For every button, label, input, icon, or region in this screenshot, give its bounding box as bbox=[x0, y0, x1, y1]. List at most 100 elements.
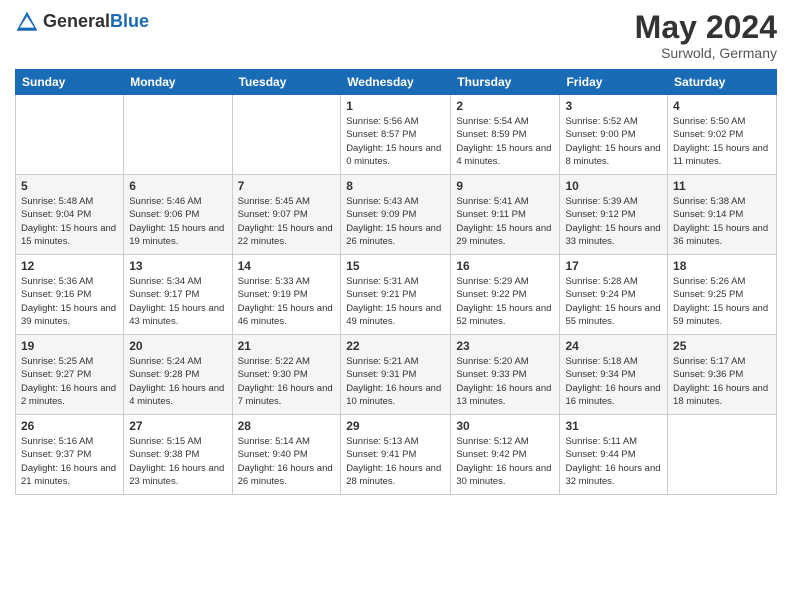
table-row bbox=[16, 95, 124, 175]
title-section: May 2024 Surwold, Germany bbox=[635, 10, 777, 61]
day-info: Sunrise: 5:20 AM Sunset: 9:33 PM Dayligh… bbox=[456, 355, 554, 408]
logo-text: GeneralBlue bbox=[43, 12, 149, 32]
day-info: Sunrise: 5:34 AM Sunset: 9:17 PM Dayligh… bbox=[129, 275, 226, 328]
day-number: 11 bbox=[673, 179, 771, 193]
col-saturday: Saturday bbox=[668, 70, 777, 95]
day-number: 13 bbox=[129, 259, 226, 273]
table-row: 26Sunrise: 5:16 AM Sunset: 9:37 PM Dayli… bbox=[16, 415, 124, 495]
logo-blue: Blue bbox=[110, 11, 149, 31]
col-wednesday: Wednesday bbox=[341, 70, 451, 95]
table-row: 29 Sunrise: 5:13 AM Sunset: 9:41 PM Dayli… bbox=[341, 415, 451, 495]
week-row-3: 19 Sunrise: 5:25 AM Sunset: 9:27 PM Dayli… bbox=[16, 335, 777, 415]
day-number: 2 bbox=[456, 99, 554, 113]
table-row: 5 Sunrise: 5:48 AM Sunset: 9:04 PM Daylig… bbox=[16, 175, 124, 255]
day-info: Sunrise: 5:17 AM Sunset: 9:36 PM Dayligh… bbox=[673, 355, 771, 408]
day-info: Sunrise: 5:25 AM Sunset: 9:27 PM Dayligh… bbox=[21, 355, 118, 408]
day-number: 1 bbox=[346, 99, 445, 113]
table-row: 19 Sunrise: 5:25 AM Sunset: 9:27 PM Dayli… bbox=[16, 335, 124, 415]
day-number: 18 bbox=[673, 259, 771, 273]
day-number: 15 bbox=[346, 259, 445, 273]
table-row: 6 Sunrise: 5:46 AM Sunset: 9:06 PM Daylig… bbox=[124, 175, 232, 255]
table-row: 25 Sunrise: 5:17 AM Sunset: 9:36 PM Dayli… bbox=[668, 335, 777, 415]
calendar: Sunday Monday Tuesday Wednesday Thursday… bbox=[15, 69, 777, 495]
day-number: 24 bbox=[565, 339, 662, 353]
table-row: 28 Sunrise: 5:14 AM Sunset: 9:40 PM Dayli… bbox=[232, 415, 341, 495]
day-info: Sunrise: 5:33 AM Sunset: 9:19 PM Dayligh… bbox=[238, 275, 336, 328]
day-number: 21 bbox=[238, 339, 336, 353]
day-number: 14 bbox=[238, 259, 336, 273]
day-info: Sunrise: 5:41 AM Sunset: 9:11 PM Dayligh… bbox=[456, 195, 554, 248]
day-number: 23 bbox=[456, 339, 554, 353]
week-row-1: 5 Sunrise: 5:48 AM Sunset: 9:04 PM Daylig… bbox=[16, 175, 777, 255]
day-number: 19 bbox=[21, 339, 118, 353]
day-info: Sunrise: 5:48 AM Sunset: 9:04 PM Dayligh… bbox=[21, 195, 118, 248]
logo-general: General bbox=[43, 11, 110, 31]
table-row: 31Sunrise: 5:11 AM Sunset: 9:44 PM Dayli… bbox=[560, 415, 668, 495]
day-info: Sunrise: 5:52 AM Sunset: 9:00 PM Dayligh… bbox=[565, 115, 662, 168]
day-number: 12 bbox=[21, 259, 118, 273]
col-friday: Friday bbox=[560, 70, 668, 95]
day-info: Sunrise: 5:54 AM Sunset: 8:59 PM Dayligh… bbox=[456, 115, 554, 168]
col-tuesday: Tuesday bbox=[232, 70, 341, 95]
day-number: 8 bbox=[346, 179, 445, 193]
table-row: 12Sunrise: 5:36 AM Sunset: 9:16 PM Dayli… bbox=[16, 255, 124, 335]
day-info: Sunrise: 5:13 AM Sunset: 9:41 PM Dayligh… bbox=[346, 435, 445, 488]
table-row: 20 Sunrise: 5:24 AM Sunset: 9:28 PM Dayli… bbox=[124, 335, 232, 415]
day-info: Sunrise: 5:22 AM Sunset: 9:30 PM Dayligh… bbox=[238, 355, 336, 408]
day-number: 9 bbox=[456, 179, 554, 193]
logo: GeneralBlue bbox=[15, 10, 149, 34]
day-number: 29 bbox=[346, 419, 445, 433]
header-row: Sunday Monday Tuesday Wednesday Thursday… bbox=[16, 70, 777, 95]
table-row: 30 Sunrise: 5:12 AM Sunset: 9:42 PM Dayli… bbox=[451, 415, 560, 495]
day-number: 3 bbox=[565, 99, 662, 113]
day-number: 22 bbox=[346, 339, 445, 353]
week-row-0: 1Sunrise: 5:56 AM Sunset: 8:57 PM Daylig… bbox=[16, 95, 777, 175]
day-info: Sunrise: 5:45 AM Sunset: 9:07 PM Dayligh… bbox=[238, 195, 336, 248]
day-number: 6 bbox=[129, 179, 226, 193]
table-row: 8 Sunrise: 5:43 AM Sunset: 9:09 PM Daylig… bbox=[341, 175, 451, 255]
table-row: 22Sunrise: 5:21 AM Sunset: 9:31 PM Dayli… bbox=[341, 335, 451, 415]
day-info: Sunrise: 5:39 AM Sunset: 9:12 PM Dayligh… bbox=[565, 195, 662, 248]
day-info: Sunrise: 5:43 AM Sunset: 9:09 PM Dayligh… bbox=[346, 195, 445, 248]
table-row: 14 Sunrise: 5:33 AM Sunset: 9:19 PM Dayli… bbox=[232, 255, 341, 335]
day-number: 20 bbox=[129, 339, 226, 353]
table-row: 17Sunrise: 5:28 AM Sunset: 9:24 PM Dayli… bbox=[560, 255, 668, 335]
day-info: Sunrise: 5:16 AM Sunset: 9:37 PM Dayligh… bbox=[21, 435, 118, 488]
day-info: Sunrise: 5:38 AM Sunset: 9:14 PM Dayligh… bbox=[673, 195, 771, 248]
day-info: Sunrise: 5:46 AM Sunset: 9:06 PM Dayligh… bbox=[129, 195, 226, 248]
day-number: 16 bbox=[456, 259, 554, 273]
header: GeneralBlue May 2024 Surwold, Germany bbox=[15, 10, 777, 61]
day-number: 10 bbox=[565, 179, 662, 193]
week-row-4: 26Sunrise: 5:16 AM Sunset: 9:37 PM Dayli… bbox=[16, 415, 777, 495]
day-info: Sunrise: 5:26 AM Sunset: 9:25 PM Dayligh… bbox=[673, 275, 771, 328]
day-info: Sunrise: 5:14 AM Sunset: 9:40 PM Dayligh… bbox=[238, 435, 336, 488]
day-number: 5 bbox=[21, 179, 118, 193]
table-row: 1Sunrise: 5:56 AM Sunset: 8:57 PM Daylig… bbox=[341, 95, 451, 175]
day-info: Sunrise: 5:31 AM Sunset: 9:21 PM Dayligh… bbox=[346, 275, 445, 328]
day-info: Sunrise: 5:28 AM Sunset: 9:24 PM Dayligh… bbox=[565, 275, 662, 328]
col-sunday: Sunday bbox=[16, 70, 124, 95]
table-row: 21 Sunrise: 5:22 AM Sunset: 9:30 PM Dayli… bbox=[232, 335, 341, 415]
week-row-2: 12Sunrise: 5:36 AM Sunset: 9:16 PM Dayli… bbox=[16, 255, 777, 335]
table-row: 11 Sunrise: 5:38 AM Sunset: 9:14 PM Dayli… bbox=[668, 175, 777, 255]
table-row: 10 Sunrise: 5:39 AM Sunset: 9:12 PM Dayli… bbox=[560, 175, 668, 255]
day-number: 30 bbox=[456, 419, 554, 433]
location: Surwold, Germany bbox=[635, 45, 777, 61]
logo-icon bbox=[15, 10, 39, 34]
col-thursday: Thursday bbox=[451, 70, 560, 95]
day-info: Sunrise: 5:24 AM Sunset: 9:28 PM Dayligh… bbox=[129, 355, 226, 408]
day-number: 4 bbox=[673, 99, 771, 113]
table-row bbox=[124, 95, 232, 175]
table-row: 23 Sunrise: 5:20 AM Sunset: 9:33 PM Dayli… bbox=[451, 335, 560, 415]
table-row: 16Sunrise: 5:29 AM Sunset: 9:22 PM Dayli… bbox=[451, 255, 560, 335]
table-row: 15 Sunrise: 5:31 AM Sunset: 9:21 PM Dayli… bbox=[341, 255, 451, 335]
table-row: 13 Sunrise: 5:34 AM Sunset: 9:17 PM Dayli… bbox=[124, 255, 232, 335]
table-row: 18 Sunrise: 5:26 AM Sunset: 9:25 PM Dayli… bbox=[668, 255, 777, 335]
day-number: 25 bbox=[673, 339, 771, 353]
day-info: Sunrise: 5:12 AM Sunset: 9:42 PM Dayligh… bbox=[456, 435, 554, 488]
day-number: 28 bbox=[238, 419, 336, 433]
table-row: 7Sunrise: 5:45 AM Sunset: 9:07 PM Daylig… bbox=[232, 175, 341, 255]
day-info: Sunrise: 5:15 AM Sunset: 9:38 PM Dayligh… bbox=[129, 435, 226, 488]
table-row: 27Sunrise: 5:15 AM Sunset: 9:38 PM Dayli… bbox=[124, 415, 232, 495]
table-row bbox=[232, 95, 341, 175]
